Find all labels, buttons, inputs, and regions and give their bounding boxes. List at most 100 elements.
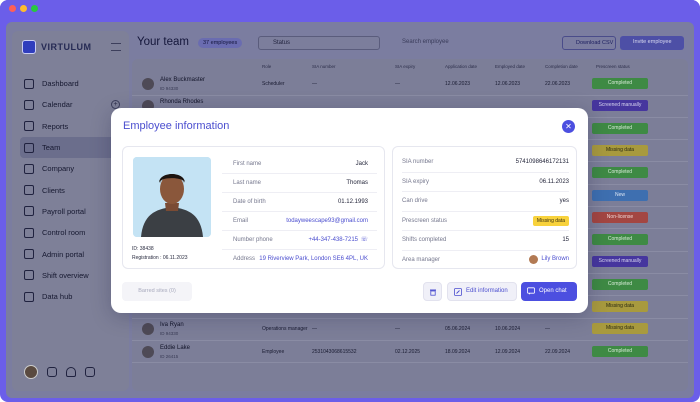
sidebar-nav: Dashboard Calendar + Reports Team Company…: [20, 73, 124, 307]
field-last-name: Last name Thomas: [222, 174, 377, 193]
personal-info-card: ID: 38438 Registration : 06.11.2023 Firs…: [122, 146, 385, 269]
sidebar-item-control-room[interactable]: Control room: [20, 222, 124, 243]
field-prescreen-status: Prescreen status Missing data: [402, 212, 569, 231]
table-row[interactable]: Eddie Lake ID 26415 Employee 25310430686155…: [132, 341, 688, 364]
search-input[interactable]: Search employee: [385, 36, 557, 50]
employed-date-cell: 12.06.2023: [495, 81, 521, 87]
help-icon[interactable]: [85, 367, 95, 377]
sidebar-footer: [24, 365, 95, 379]
sidebar-item-payroll[interactable]: Payroll portal: [20, 201, 124, 222]
status-badge: Screened manually: [592, 256, 648, 268]
phone-link[interactable]: +44-347-438-7215: [308, 237, 358, 243]
field-date-of-birth: Date of birth 01.12.1993: [222, 193, 377, 212]
table-row[interactable]: Iva Ryan ID 94330 Operations manager — — 05.0…: [132, 318, 688, 341]
admin-icon: [24, 249, 34, 260]
field-value: 01.12.1993: [337, 199, 368, 205]
field-label: SIA expiry: [402, 178, 430, 185]
field-label: Number phone: [233, 237, 273, 243]
sidebar-item-clients[interactable]: Clients: [20, 179, 124, 200]
barred-sites-button[interactable]: Barred sites (0): [122, 282, 192, 301]
menu-collapse-icon[interactable]: [111, 43, 121, 51]
employed-date-cell: 10.06.2024: [495, 326, 521, 333]
completion-date-cell: 22.09.2024: [545, 348, 571, 355]
field-can-drive: Can drive yes: [402, 192, 569, 212]
edit-information-button[interactable]: Edit information: [447, 282, 517, 301]
status-badge: New: [592, 189, 648, 201]
status-badge: Screened manually: [592, 100, 648, 112]
minimize-window-button[interactable]: [20, 5, 27, 12]
sidebar-item-label: Company: [42, 164, 75, 174]
sidebar-item-dashboard[interactable]: Dashboard: [20, 73, 124, 94]
edit-icon: [454, 288, 462, 296]
grid-icon: [24, 78, 34, 89]
field-label: Prescreen status: [402, 217, 448, 224]
employee-name[interactable]: Rhonda Rhodes: [160, 99, 203, 105]
completion-date-cell: 22.06.2023: [545, 81, 571, 87]
email-link[interactable]: todayweescape93@gmail.com: [286, 218, 368, 224]
document-icon: [24, 121, 34, 132]
field-email: Email todayweescape93@gmail.com: [222, 212, 377, 231]
sidebar-item-calendar[interactable]: Calendar +: [20, 94, 124, 115]
status-filter-label: Status: [273, 40, 291, 46]
payroll-icon: [24, 206, 34, 217]
registration-date: Registration : 06.11.2023: [132, 255, 188, 261]
field-label: Area manager: [402, 256, 441, 263]
address-link[interactable]: 19 Riverview Park, London SE6 4PL, UK: [259, 256, 368, 262]
open-chat-button[interactable]: Open chat: [521, 282, 577, 301]
status-badge: Missing data: [592, 301, 648, 312]
sidebar-item-team[interactable]: Team: [20, 136, 124, 159]
building-icon: [24, 163, 34, 174]
status-filter-select[interactable]: Status: [258, 36, 380, 50]
table-row[interactable]: Alex Buckmaster ID 94330 Scheduler — — 12.06.…: [132, 73, 688, 96]
employee-name[interactable]: Alex Buckmaster: [160, 77, 205, 83]
status-badge: Completed: [592, 234, 648, 246]
field-area-manager: Area manager Lily Brown: [402, 251, 569, 271]
sia-number-cell: —: [312, 326, 317, 333]
invite-employee-button[interactable]: Invite employee: [620, 36, 684, 50]
delete-button[interactable]: [423, 282, 442, 301]
field-value: 15: [562, 237, 569, 243]
employee-id: ID 94330: [160, 331, 179, 337]
maximize-window-button[interactable]: [31, 5, 38, 12]
download-csv-button[interactable]: Download CSV: [562, 36, 616, 50]
manager-name: Lily Brown: [541, 256, 569, 262]
field-value: yes: [559, 198, 569, 204]
field-phone: Number phone +44-347-438-7215 ☏: [222, 231, 377, 250]
field-first-name: First name Jack: [222, 155, 377, 174]
sidebar-item-label: Reports: [42, 121, 69, 131]
application-date-cell: 05.06.2024: [445, 326, 471, 333]
employee-id: ID 94330: [160, 86, 179, 91]
close-window-button[interactable]: [9, 5, 16, 12]
sidebar-item-label: Control room: [42, 228, 86, 238]
sidebar-item-company[interactable]: Company: [20, 158, 124, 179]
field-label: Email: [233, 218, 249, 224]
sidebar-item-label: Data hub: [42, 292, 73, 302]
role-cell: Operations manager: [262, 326, 308, 333]
status-badge: Completed: [592, 278, 648, 290]
barred-sites-label: Barred sites (0): [138, 288, 176, 294]
status-badge: Missing data: [592, 323, 648, 335]
status-badge: Completed: [592, 78, 648, 89]
field-value: Thomas: [346, 180, 368, 186]
field-address: Address 19 Riverview Park, London SE6 4PL…: [222, 250, 377, 269]
open-chat-label: Open chat: [539, 288, 567, 294]
application-date-cell: 18.09.2024: [445, 348, 471, 355]
sidebar-item-label: Dashboard: [42, 79, 79, 89]
completion-date-cell: —: [545, 326, 550, 333]
chat-icon[interactable]: [47, 367, 57, 377]
sidebar-item-admin-portal[interactable]: Admin portal: [20, 243, 124, 264]
sidebar-item-data-hub[interactable]: Data hub: [20, 286, 124, 307]
sia-number-cell: —: [312, 81, 317, 87]
sidebar-item-shift-overview[interactable]: Shift overview: [20, 265, 124, 286]
field-shifts-completed: Shifts completed 15: [402, 231, 569, 251]
employee-name[interactable]: Iva Ryan: [160, 322, 184, 328]
bell-icon[interactable]: [66, 367, 76, 377]
logo[interactable]: VIRTULUM: [22, 40, 92, 54]
sidebar-item-reports[interactable]: Reports: [20, 116, 124, 137]
employee-name[interactable]: Eddie Lake: [160, 345, 190, 351]
user-avatar[interactable]: [24, 365, 38, 379]
avatar: [142, 345, 154, 358]
edit-information-label: Edit information: [466, 288, 508, 294]
area-manager-link[interactable]: Lily Brown: [529, 254, 569, 264]
close-icon[interactable]: ✕: [562, 120, 575, 133]
